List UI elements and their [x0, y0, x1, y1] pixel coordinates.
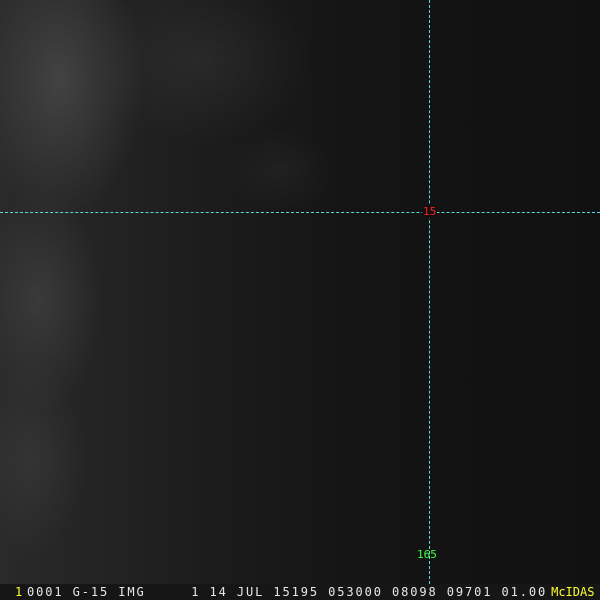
- longitude-gridline: [429, 0, 430, 584]
- satellite-image-viewer: 15 165 1 0001 G-15 IMG 1 14 JUL 15195 053…: [0, 0, 600, 600]
- status-bar: 1 0001 G-15 IMG 1 14 JUL 15195 053000 080…: [0, 584, 600, 600]
- mcidas-brand: McIDAS: [551, 585, 595, 599]
- satellite-imagery: 15 165: [0, 0, 600, 584]
- longitude-label: 165: [417, 548, 437, 561]
- latitude-label: 15: [422, 205, 438, 218]
- latitude-gridline: [0, 212, 600, 213]
- image-info: 0001 G-15 IMG 1 14 JUL 15195 053000 0809…: [27, 585, 548, 599]
- frame-number: 1: [15, 585, 23, 599]
